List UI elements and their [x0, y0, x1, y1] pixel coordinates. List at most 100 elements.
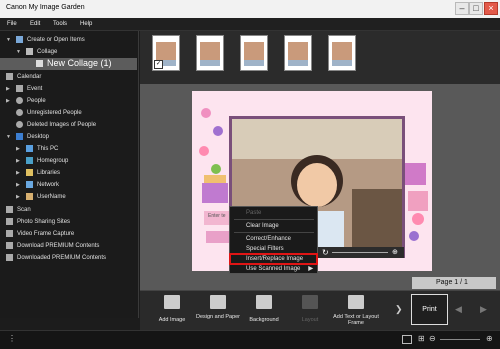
- menu-item-label: Special Filters: [246, 246, 284, 252]
- sidebar-item-event[interactable]: ▶ Event: [0, 83, 137, 95]
- sidebar-item-this-pc[interactable]: ▶ This PC: [0, 143, 137, 155]
- sidebar-item-deleted-people[interactable]: Deleted Images of People: [0, 119, 137, 131]
- scan-icon: [6, 206, 13, 213]
- design-paper-label: Design and Paper: [195, 314, 241, 320]
- add-image-icon: [164, 295, 180, 309]
- thumbnail[interactable]: [196, 35, 224, 71]
- download-icon: [6, 242, 13, 249]
- zoom-slider[interactable]: [332, 252, 388, 253]
- menu-item-label: Insert/Replace Image: [246, 256, 304, 262]
- expand-arrow-icon[interactable]: ▶: [16, 146, 20, 152]
- sidebar-item-photo-sharing[interactable]: Photo Sharing Sites: [0, 216, 137, 228]
- add-image-label: Add Image: [158, 317, 186, 323]
- print-button[interactable]: Print: [411, 294, 448, 325]
- sidebar-item-username[interactable]: ▶ UserName: [0, 191, 137, 203]
- sidebar-item-label: Homegroup: [37, 158, 69, 164]
- thumbnail[interactable]: [328, 35, 356, 71]
- expand-arrow-icon[interactable]: ▼: [6, 134, 11, 140]
- zoom-slider[interactable]: [440, 339, 480, 340]
- expand-arrow-icon[interactable]: ▶: [16, 194, 20, 200]
- minimize-button[interactable]: –: [455, 2, 469, 15]
- layout-icon: [302, 295, 318, 309]
- sidebar-item-label: New Collage (1): [47, 58, 112, 68]
- expand-arrow-icon[interactable]: ▶: [16, 182, 20, 188]
- create-items-icon: [16, 36, 23, 43]
- menu-item-label: Correct/Enhance: [246, 236, 292, 242]
- menu-help[interactable]: Help: [80, 21, 92, 27]
- menu-item-special-filters[interactable]: Special Filters: [230, 244, 317, 254]
- window-title: Canon My Image Garden: [6, 4, 85, 11]
- collage-icon: [36, 60, 43, 67]
- background-icon: [256, 295, 272, 309]
- sidebar-item-unregistered-people[interactable]: Unregistered People: [0, 107, 137, 119]
- menu-item-insert-replace-image[interactable]: Insert/Replace Image: [229, 253, 318, 265]
- sidebar-item-scan[interactable]: Scan: [0, 204, 137, 216]
- menu-item-use-scanned-image[interactable]: Use Scanned Image ▶: [230, 264, 317, 274]
- checkbox[interactable]: ✓: [154, 60, 163, 69]
- expand-arrow-icon[interactable]: ▶: [6, 98, 10, 104]
- sidebar-item-download-premium[interactable]: Download PREMIUM Contents: [0, 240, 137, 252]
- expand-arrow-icon[interactable]: ▶: [16, 170, 20, 176]
- sidebar-item-downloaded-premium[interactable]: Downloaded PREMIUM Contents: [0, 252, 137, 264]
- expand-arrow-icon[interactable]: ▶: [6, 86, 10, 92]
- menu-item-paste[interactable]: Paste: [230, 208, 317, 218]
- thumbnail[interactable]: [284, 35, 312, 71]
- expand-arrow-icon[interactable]: ▼: [16, 49, 21, 55]
- svg-text:Enter te: Enter te: [208, 213, 226, 219]
- sidebar-item-create[interactable]: ▼ Create or Open Items: [0, 34, 137, 46]
- zoom-out-icon[interactable]: ⊖: [429, 334, 436, 343]
- fit-icon[interactable]: ⊞: [418, 334, 425, 343]
- add-text-button[interactable]: Add Text or Layout Frame: [332, 290, 380, 330]
- user-icon: [26, 193, 33, 200]
- sidebar-item-video-capture[interactable]: Video Frame Capture: [0, 228, 137, 240]
- expand-arrow-icon[interactable]: ▼: [6, 37, 11, 43]
- status-bar: ⋮ ⊞ ⊖ ⊕: [0, 330, 500, 349]
- zoom-in-icon[interactable]: ⊕: [486, 334, 493, 343]
- menu-file[interactable]: File: [7, 21, 17, 27]
- design-paper-icon: [210, 295, 226, 309]
- expand-arrow-icon[interactable]: ▶: [16, 158, 20, 164]
- menu-bar: File Edit Tools Help: [0, 18, 500, 31]
- next-arrow-icon[interactable]: ▶: [480, 304, 487, 315]
- zoom-in-icon[interactable]: ⊕: [392, 248, 398, 256]
- menu-item-correct-enhance[interactable]: Correct/Enhance: [230, 234, 317, 244]
- sidebar-item-desktop[interactable]: ▼ Desktop: [0, 131, 137, 143]
- sidebar-item-label: Video Frame Capture: [17, 231, 75, 237]
- sidebar-item-label: Desktop: [27, 134, 50, 140]
- sidebar-item-label: Libraries: [37, 170, 61, 176]
- thumbnail[interactable]: [240, 35, 268, 71]
- sidebar-item-label: UserName: [37, 194, 66, 200]
- menu-tools[interactable]: Tools: [53, 21, 67, 27]
- rotate-icon[interactable]: ↻: [322, 248, 329, 257]
- sidebar-item-network[interactable]: ▶ Network: [0, 179, 137, 191]
- background-label: Background: [249, 317, 279, 323]
- previous-arrow-icon[interactable]: ◀: [455, 304, 462, 315]
- page-indicator-label: Page 1 / 1: [436, 279, 468, 286]
- close-button[interactable]: ×: [484, 2, 498, 15]
- thumbnail-strip: ✓: [140, 31, 500, 85]
- menu-item-label: Paste: [246, 210, 262, 216]
- sidebar-item-people[interactable]: ▶ People: [0, 95, 137, 107]
- sidebar-item-libraries[interactable]: ▶ Libraries: [0, 167, 137, 179]
- menu-edit[interactable]: Edit: [30, 21, 40, 27]
- layout-button[interactable]: Layout: [286, 290, 334, 330]
- sidebar-item-label: Photo Sharing Sites: [17, 219, 71, 225]
- sidebar-item-calendar[interactable]: Calendar: [0, 71, 137, 83]
- deleted-people-icon: [16, 121, 23, 128]
- thumbnail[interactable]: ✓: [152, 35, 180, 71]
- view-mode-icon[interactable]: [402, 335, 412, 344]
- design-paper-button[interactable]: Design and Paper: [194, 290, 242, 330]
- title-bar: Canon My Image Garden – □ ×: [0, 0, 500, 18]
- background-button[interactable]: Background: [240, 290, 288, 330]
- downloaded-icon: [6, 254, 13, 261]
- menu-item-clear-image[interactable]: Clear Image: [230, 221, 317, 231]
- sidebar-item-collage[interactable]: ▼ Collage: [0, 46, 137, 58]
- more-options-icon[interactable]: ⋮: [8, 334, 16, 343]
- sidebar-item-new-collage[interactable]: New Collage (1): [0, 58, 137, 70]
- photo-sharing-icon: [6, 218, 13, 225]
- maximize-button[interactable]: □: [469, 2, 483, 15]
- unregistered-people-icon: [16, 109, 23, 116]
- add-image-button[interactable]: Add Image: [148, 290, 196, 330]
- scroll-right-icon[interactable]: ❯: [395, 304, 403, 315]
- sidebar-item-homegroup[interactable]: ▶ Homegroup: [0, 155, 137, 167]
